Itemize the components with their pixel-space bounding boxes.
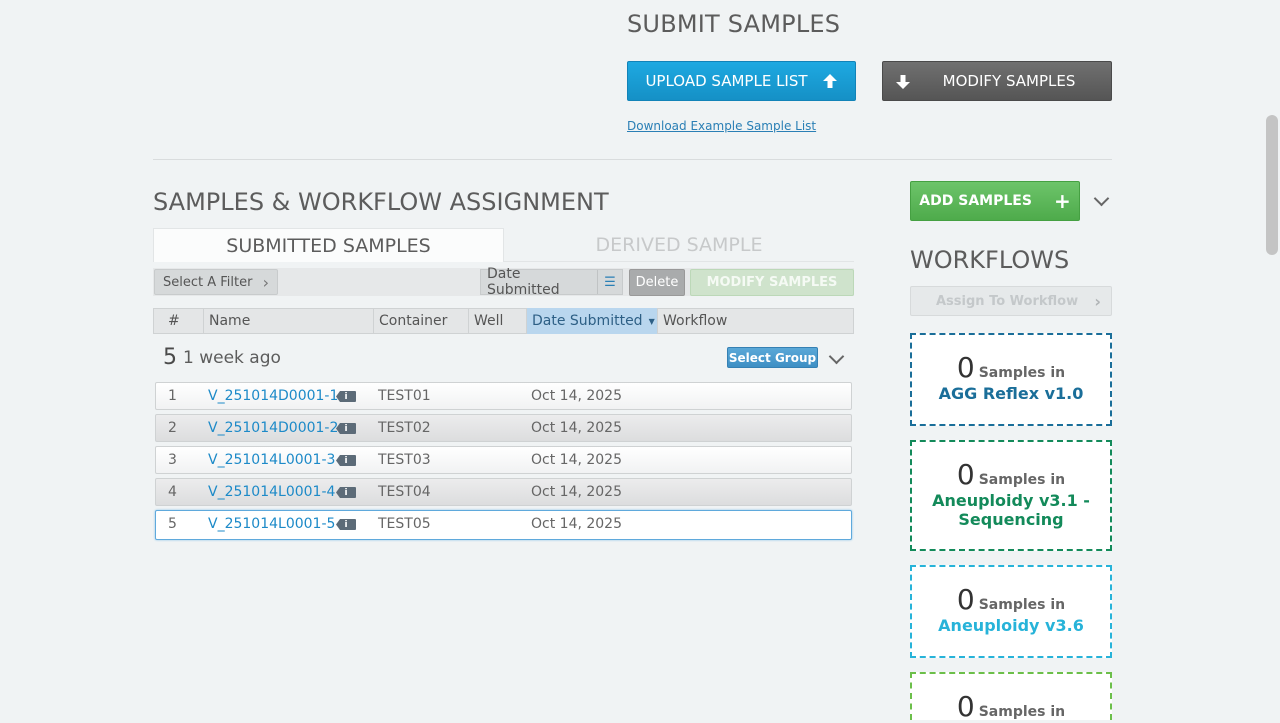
sort-label: Date Submitted xyxy=(487,266,560,298)
col-number[interactable]: # xyxy=(154,308,204,334)
tab-derived-sample[interactable]: DERIVED SAMPLE xyxy=(504,228,854,262)
info-tag-icon[interactable]: i xyxy=(336,455,356,466)
tab-submitted-samples[interactable]: SUBMITTED SAMPLES xyxy=(153,228,504,262)
workflow-count-line: 0 Samples in xyxy=(912,351,1110,384)
sort-selector[interactable]: Date Submitted ☰ xyxy=(480,266,623,298)
group-label: 1 week ago xyxy=(183,348,281,368)
col-name[interactable]: Name xyxy=(204,308,374,334)
sort-desc-icon: ▼ xyxy=(648,316,655,326)
page-scrollbar[interactable] xyxy=(1266,115,1278,255)
date-value: Oct 14, 2025 xyxy=(531,452,622,468)
date-value: Oct 14, 2025 xyxy=(531,420,622,436)
workflow-count: 0 xyxy=(956,690,975,723)
workflow-count-line: 0 Samples in xyxy=(912,690,1110,723)
add-samples-button[interactable]: ADD SAMPLES + xyxy=(910,181,1080,221)
sample-name-link[interactable]: V_251014L0001-5 xyxy=(208,511,335,537)
row-number: 3 xyxy=(168,452,177,468)
date-value: Oct 14, 2025 xyxy=(531,388,622,404)
date-value: Oct 14, 2025 xyxy=(531,516,622,532)
table-row[interactable]: 2 V_251014D0001-2 i TEST02 Oct 14, 2025 xyxy=(155,414,852,442)
submit-samples-title: SUBMIT SAMPLES xyxy=(627,10,841,38)
sample-name-link[interactable]: V_251014L0001-4 xyxy=(208,479,335,505)
workflow-count-line: 0 Samples in xyxy=(912,458,1110,491)
arrow-up-icon xyxy=(822,74,837,88)
workflow-name: Aneuploidy v3.6 xyxy=(938,616,1084,635)
modify-samples-small-button[interactable]: MODIFY SAMPLES xyxy=(690,269,854,296)
chevron-right-icon: › xyxy=(262,272,269,292)
workflow-card-partial[interactable]: 0 Samples in xyxy=(910,672,1112,723)
group-count: 5 xyxy=(163,345,177,370)
date-value: Oct 14, 2025 xyxy=(531,484,622,500)
info-tag-icon[interactable]: i xyxy=(336,487,356,498)
col-date-submitted[interactable]: Date Submitted ▼ xyxy=(527,308,658,334)
row-number: 4 xyxy=(168,484,177,500)
sort-list-icon[interactable]: ☰ xyxy=(597,270,622,294)
container-value: TEST01 xyxy=(378,388,431,404)
select-filter-button[interactable]: Select A Filter › xyxy=(154,269,278,295)
upload-sample-list-button[interactable]: UPLOAD SAMPLE LIST xyxy=(627,61,856,101)
workflow-card-agg-reflex[interactable]: 0 Samples in AGG Reflex v1.0 xyxy=(910,333,1112,426)
modify-samples-button[interactable]: MODIFY SAMPLES xyxy=(882,61,1112,101)
select-group-button[interactable]: Select Group xyxy=(727,347,818,368)
samples-in-label: Samples in xyxy=(978,597,1066,613)
row-number: 5 xyxy=(168,516,177,532)
group-chevron-down-icon[interactable] xyxy=(828,348,845,365)
container-value: TEST04 xyxy=(378,484,431,500)
col-workflow[interactable]: Workflow xyxy=(658,308,853,334)
arrow-down-icon xyxy=(896,75,910,89)
row-number: 2 xyxy=(168,420,177,436)
table-row-selected[interactable]: 5 V_251014L0001-5 i TEST05 Oct 14, 2025 xyxy=(155,510,852,540)
info-tag-icon[interactable]: i xyxy=(336,519,356,530)
samples-in-label: Samples in xyxy=(978,704,1066,720)
add-samples-chevron-down-icon[interactable] xyxy=(1093,190,1110,207)
row-number: 1 xyxy=(168,388,177,404)
container-value: TEST02 xyxy=(378,420,431,436)
upload-label: UPLOAD SAMPLE LIST xyxy=(645,72,808,90)
assign-label: Assign To Workflow xyxy=(936,293,1079,309)
workflow-count: 0 xyxy=(956,458,975,491)
table-row[interactable]: 3 V_251014L0001-3 i TEST03 Oct 14, 2025 xyxy=(155,446,852,474)
sample-name-link[interactable]: V_251014D0001-1 xyxy=(208,383,338,409)
info-tag-icon[interactable]: i xyxy=(336,391,356,402)
workflow-card-aneuploidy-v31[interactable]: 0 Samples in Aneuploidy v3.1 - Sequencing xyxy=(910,440,1112,551)
col-date-label: Date Submitted xyxy=(532,313,643,329)
workflow-count: 0 xyxy=(956,583,975,616)
delete-button[interactable]: Delete xyxy=(629,269,685,296)
samples-in-label: Samples in xyxy=(978,365,1066,381)
section-divider xyxy=(153,159,1112,160)
table-row[interactable]: 4 V_251014L0001-4 i TEST04 Oct 14, 2025 xyxy=(155,478,852,506)
info-tag-icon[interactable]: i xyxy=(336,423,356,434)
samples-in-label: Samples in xyxy=(978,472,1066,488)
col-container[interactable]: Container xyxy=(374,308,469,334)
add-samples-label: ADD SAMPLES xyxy=(919,193,1032,209)
container-value: TEST03 xyxy=(378,452,431,468)
workflow-count-line: 0 Samples in xyxy=(912,583,1110,616)
modify-label: MODIFY SAMPLES xyxy=(942,72,1076,90)
workflow-name: Aneuploidy v3.1 - Sequencing xyxy=(932,491,1090,529)
assign-to-workflow-button[interactable]: Assign To Workflow › xyxy=(910,286,1112,316)
workflow-card-aneuploidy-v36[interactable]: 0 Samples in Aneuploidy v3.6 xyxy=(910,565,1112,658)
plus-icon: + xyxy=(1053,189,1071,213)
workflow-name: AGG Reflex v1.0 xyxy=(938,384,1084,403)
table-row[interactable]: 1 V_251014D0001-1 i TEST01 Oct 14, 2025 xyxy=(155,382,852,410)
chevron-right-icon: › xyxy=(1094,291,1101,311)
col-well[interactable]: Well xyxy=(469,308,527,334)
samples-workflow-title: SAMPLES & WORKFLOW ASSIGNMENT xyxy=(153,188,609,216)
download-example-link[interactable]: Download Example Sample List xyxy=(627,119,816,133)
sample-name-link[interactable]: V_251014D0001-2 xyxy=(208,415,338,441)
container-value: TEST05 xyxy=(378,516,431,532)
workflows-title: WORKFLOWS xyxy=(910,246,1070,274)
workflow-count: 0 xyxy=(956,351,975,384)
filter-label: Select A Filter xyxy=(163,274,253,290)
sample-name-link[interactable]: V_251014L0001-3 xyxy=(208,447,335,473)
